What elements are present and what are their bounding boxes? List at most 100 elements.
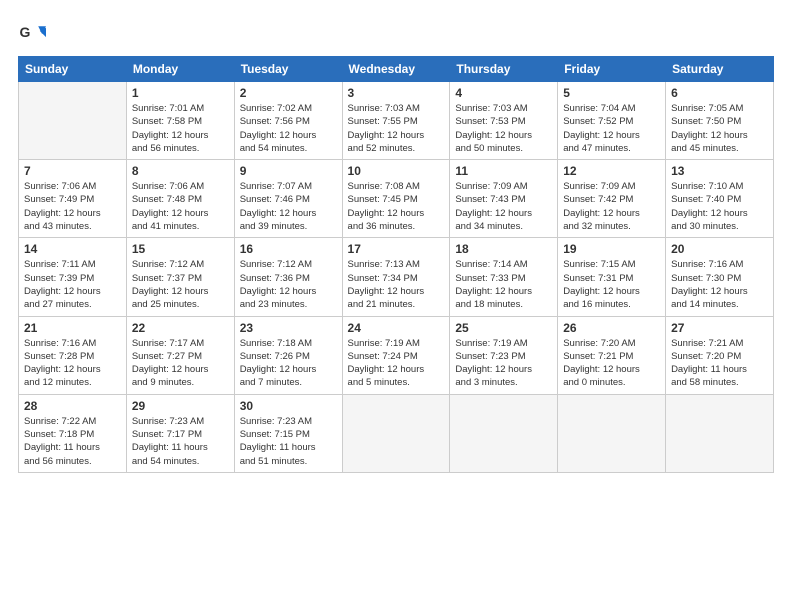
day-number: 19 [563, 242, 660, 256]
day-header-saturday: Saturday [666, 57, 774, 82]
calendar-cell [342, 394, 450, 472]
day-number: 9 [240, 164, 337, 178]
calendar-week-2: 7 Sunrise: 7:06 AM Sunset: 7:49 PM Daylig… [19, 160, 774, 238]
day-info: Sunrise: 7:14 AM Sunset: 7:33 PM Dayligh… [455, 258, 552, 311]
calendar-cell: 10 Sunrise: 7:08 AM Sunset: 7:45 PM Dayli… [342, 160, 450, 238]
day-number: 10 [348, 164, 445, 178]
day-info: Sunrise: 7:11 AM Sunset: 7:39 PM Dayligh… [24, 258, 121, 311]
day-info: Sunrise: 7:01 AM Sunset: 7:58 PM Dayligh… [132, 102, 229, 155]
calendar-week-5: 28 Sunrise: 7:22 AM Sunset: 7:18 PM Dayli… [19, 394, 774, 472]
day-number: 23 [240, 321, 337, 335]
calendar-cell [558, 394, 666, 472]
day-info: Sunrise: 7:17 AM Sunset: 7:27 PM Dayligh… [132, 337, 229, 390]
calendar-cell: 8 Sunrise: 7:06 AM Sunset: 7:48 PM Daylig… [126, 160, 234, 238]
day-info: Sunrise: 7:09 AM Sunset: 7:43 PM Dayligh… [455, 180, 552, 233]
calendar-cell [666, 394, 774, 472]
day-info: Sunrise: 7:10 AM Sunset: 7:40 PM Dayligh… [671, 180, 768, 233]
day-number: 3 [348, 86, 445, 100]
day-number: 21 [24, 321, 121, 335]
day-number: 25 [455, 321, 552, 335]
calendar-cell: 28 Sunrise: 7:22 AM Sunset: 7:18 PM Dayli… [19, 394, 127, 472]
calendar-cell: 2Sunrise: 7:02 AM Sunset: 7:56 PM Daylig… [234, 82, 342, 160]
day-info: Sunrise: 7:23 AM Sunset: 7:17 PM Dayligh… [132, 415, 229, 468]
calendar-cell: 11Sunrise: 7:09 AM Sunset: 7:43 PM Dayli… [450, 160, 558, 238]
day-info: Sunrise: 7:16 AM Sunset: 7:28 PM Dayligh… [24, 337, 121, 390]
day-number: 5 [563, 86, 660, 100]
day-number: 18 [455, 242, 552, 256]
day-info: Sunrise: 7:06 AM Sunset: 7:48 PM Dayligh… [132, 180, 229, 233]
day-header-monday: Monday [126, 57, 234, 82]
day-info: Sunrise: 7:19 AM Sunset: 7:23 PM Dayligh… [455, 337, 552, 390]
calendar-cell: 7 Sunrise: 7:06 AM Sunset: 7:49 PM Daylig… [19, 160, 127, 238]
day-info: Sunrise: 7:16 AM Sunset: 7:30 PM Dayligh… [671, 258, 768, 311]
calendar-cell: 13 Sunrise: 7:10 AM Sunset: 7:40 PM Dayli… [666, 160, 774, 238]
calendar-cell: 26 Sunrise: 7:20 AM Sunset: 7:21 PM Dayli… [558, 316, 666, 394]
day-number: 29 [132, 399, 229, 413]
day-number: 2 [240, 86, 337, 100]
calendar-cell: 22 Sunrise: 7:17 AM Sunset: 7:27 PM Dayli… [126, 316, 234, 394]
day-number: 20 [671, 242, 768, 256]
calendar-cell: 30Sunrise: 7:23 AM Sunset: 7:15 PM Dayli… [234, 394, 342, 472]
day-number: 8 [132, 164, 229, 178]
calendar-week-4: 21 Sunrise: 7:16 AM Sunset: 7:28 PM Dayli… [19, 316, 774, 394]
day-header-friday: Friday [558, 57, 666, 82]
day-number: 17 [348, 242, 445, 256]
calendar-header-row: SundayMondayTuesdayWednesdayThursdayFrid… [19, 57, 774, 82]
calendar-cell: 12 Sunrise: 7:09 AM Sunset: 7:42 PM Dayli… [558, 160, 666, 238]
day-number: 4 [455, 86, 552, 100]
calendar-cell: 5 Sunrise: 7:04 AM Sunset: 7:52 PM Daylig… [558, 82, 666, 160]
day-info: Sunrise: 7:03 AM Sunset: 7:55 PM Dayligh… [348, 102, 445, 155]
calendar-cell [19, 82, 127, 160]
calendar-cell: 24Sunrise: 7:19 AM Sunset: 7:24 PM Dayli… [342, 316, 450, 394]
header: G [18, 16, 774, 48]
day-info: Sunrise: 7:20 AM Sunset: 7:21 PM Dayligh… [563, 337, 660, 390]
day-number: 12 [563, 164, 660, 178]
day-header-sunday: Sunday [19, 57, 127, 82]
day-info: Sunrise: 7:21 AM Sunset: 7:20 PM Dayligh… [671, 337, 768, 390]
calendar-cell: 20 Sunrise: 7:16 AM Sunset: 7:30 PM Dayli… [666, 238, 774, 316]
day-info: Sunrise: 7:12 AM Sunset: 7:36 PM Dayligh… [240, 258, 337, 311]
svg-text:G: G [20, 24, 31, 40]
day-info: Sunrise: 7:07 AM Sunset: 7:46 PM Dayligh… [240, 180, 337, 233]
calendar-cell: 21 Sunrise: 7:16 AM Sunset: 7:28 PM Dayli… [19, 316, 127, 394]
day-info: Sunrise: 7:06 AM Sunset: 7:49 PM Dayligh… [24, 180, 121, 233]
day-number: 7 [24, 164, 121, 178]
day-info: Sunrise: 7:05 AM Sunset: 7:50 PM Dayligh… [671, 102, 768, 155]
calendar-cell: 6 Sunrise: 7:05 AM Sunset: 7:50 PM Daylig… [666, 82, 774, 160]
calendar-cell: 18 Sunrise: 7:14 AM Sunset: 7:33 PM Dayli… [450, 238, 558, 316]
day-info: Sunrise: 7:04 AM Sunset: 7:52 PM Dayligh… [563, 102, 660, 155]
day-info: Sunrise: 7:08 AM Sunset: 7:45 PM Dayligh… [348, 180, 445, 233]
day-info: Sunrise: 7:22 AM Sunset: 7:18 PM Dayligh… [24, 415, 121, 468]
day-info: Sunrise: 7:15 AM Sunset: 7:31 PM Dayligh… [563, 258, 660, 311]
calendar-cell: 15Sunrise: 7:12 AM Sunset: 7:37 PM Dayli… [126, 238, 234, 316]
day-info: Sunrise: 7:13 AM Sunset: 7:34 PM Dayligh… [348, 258, 445, 311]
calendar-cell: 16Sunrise: 7:12 AM Sunset: 7:36 PM Dayli… [234, 238, 342, 316]
day-number: 26 [563, 321, 660, 335]
day-number: 13 [671, 164, 768, 178]
calendar-cell: 14 Sunrise: 7:11 AM Sunset: 7:39 PM Dayli… [19, 238, 127, 316]
calendar-cell: 29 Sunrise: 7:23 AM Sunset: 7:17 PM Dayli… [126, 394, 234, 472]
calendar-cell: 1 Sunrise: 7:01 AM Sunset: 7:58 PM Daylig… [126, 82, 234, 160]
day-info: Sunrise: 7:19 AM Sunset: 7:24 PM Dayligh… [348, 337, 445, 390]
day-info: Sunrise: 7:23 AM Sunset: 7:15 PM Dayligh… [240, 415, 337, 468]
logo-icon: G [18, 20, 46, 48]
day-number: 15 [132, 242, 229, 256]
day-number: 6 [671, 86, 768, 100]
day-number: 27 [671, 321, 768, 335]
day-number: 28 [24, 399, 121, 413]
calendar-week-1: 1 Sunrise: 7:01 AM Sunset: 7:58 PM Daylig… [19, 82, 774, 160]
logo: G [18, 20, 50, 48]
day-number: 1 [132, 86, 229, 100]
day-info: Sunrise: 7:09 AM Sunset: 7:42 PM Dayligh… [563, 180, 660, 233]
day-number: 22 [132, 321, 229, 335]
day-header-tuesday: Tuesday [234, 57, 342, 82]
calendar-cell: 3 Sunrise: 7:03 AM Sunset: 7:55 PM Daylig… [342, 82, 450, 160]
day-info: Sunrise: 7:03 AM Sunset: 7:53 PM Dayligh… [455, 102, 552, 155]
calendar-table: SundayMondayTuesdayWednesdayThursdayFrid… [18, 56, 774, 473]
page-container: G SundayMondayTuesdayWednesdayThursdayFr… [0, 0, 792, 483]
day-number: 14 [24, 242, 121, 256]
calendar-cell: 19 Sunrise: 7:15 AM Sunset: 7:31 PM Dayli… [558, 238, 666, 316]
calendar-cell: 27 Sunrise: 7:21 AM Sunset: 7:20 PM Dayli… [666, 316, 774, 394]
calendar-cell [450, 394, 558, 472]
calendar-cell: 4 Sunrise: 7:03 AM Sunset: 7:53 PM Daylig… [450, 82, 558, 160]
